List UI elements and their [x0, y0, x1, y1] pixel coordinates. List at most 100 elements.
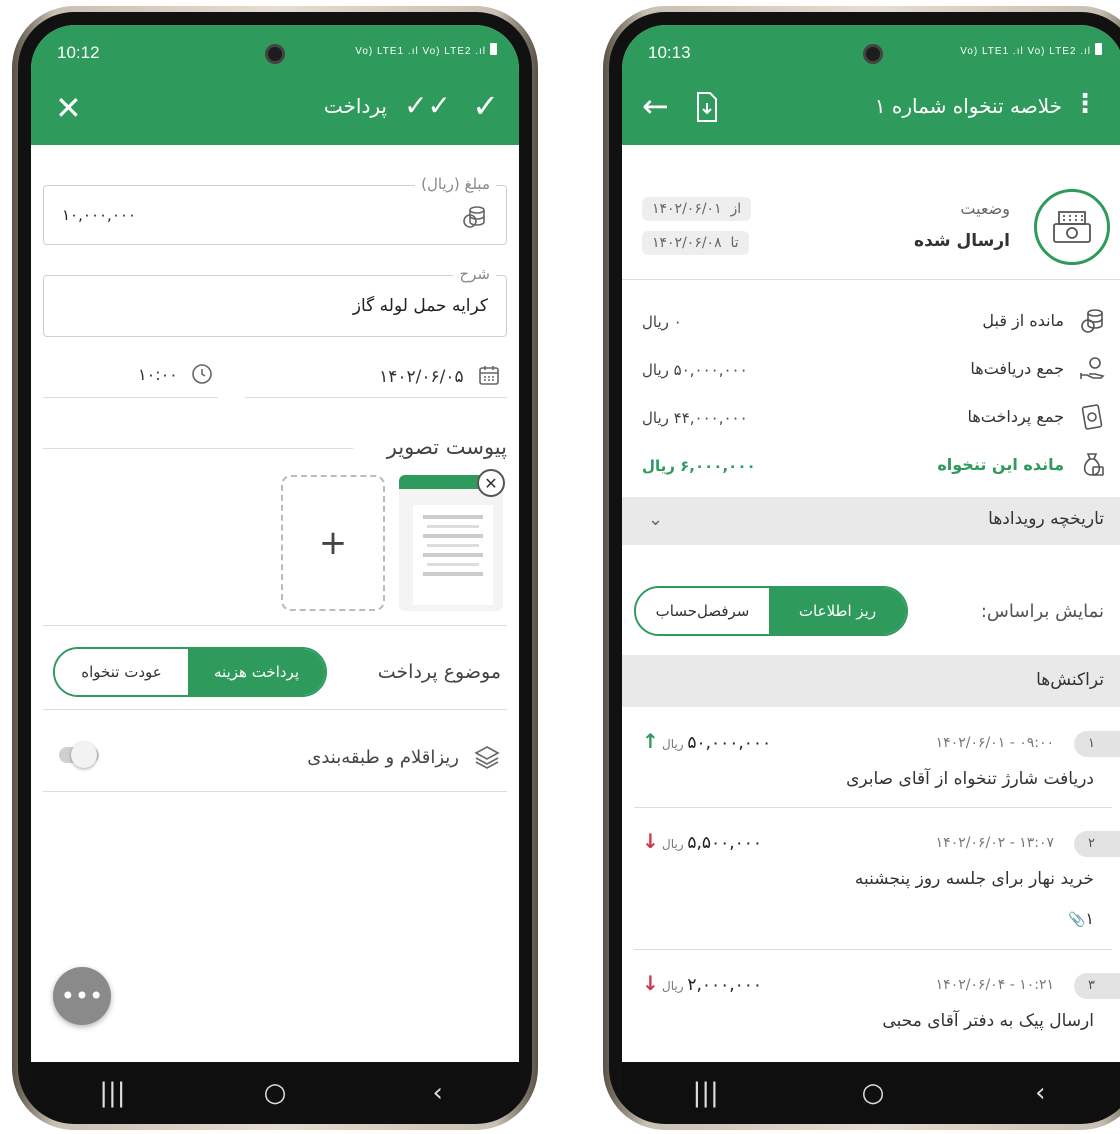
transaction-currency: ریال	[662, 737, 688, 751]
attach-bottom-divider	[43, 625, 507, 626]
summary-value: ۴۴,۰۰۰,۰۰۰ ریال	[642, 409, 748, 427]
transaction-row[interactable]: ۲ ۱۴۰۲/۰۶/۰۲ - ۱۳:۰۷ ۵,۵۰۰,۰۰۰ ریال ↓ خرید ن…	[622, 825, 1120, 950]
phone-frame-right: 10:13 Vo) LTE1 .ıl Vo) LTE2 .ıl ← خلاصه …	[603, 6, 1120, 1130]
itemize-label: ریزاقلام و طبقه‌بندی	[307, 747, 459, 768]
amount-legend: مبلغ (ریال)	[415, 175, 496, 193]
check-icon[interactable]: ✓	[472, 87, 499, 125]
close-icon[interactable]: ✕	[55, 89, 82, 127]
coins-icon	[1078, 307, 1106, 335]
transaction-amount: ۵۰,۰۰۰,۰۰۰	[687, 733, 772, 753]
summary-value: ۶,۰۰۰,۰۰۰ ریال	[642, 457, 756, 475]
status-label: وضعیت	[960, 199, 1010, 218]
attachment-count: ۱	[1085, 909, 1094, 928]
back-nav-icon[interactable]: ‹	[398, 1078, 478, 1108]
show-by-label: نمایش براساس:	[980, 601, 1104, 622]
transaction-datetime: ۱۴۰۲/۰۶/۰۲ - ۱۳:۰۷	[935, 835, 1054, 851]
more-vert-icon[interactable]: ⋮	[1072, 89, 1098, 119]
layers-icon	[473, 743, 501, 775]
transaction-attachments[interactable]: ۱📎	[1068, 909, 1094, 928]
clock-icon	[183, 364, 213, 384]
summary-row: مانده این تنخواه ۶,۰۰۰,۰۰۰ ریال	[622, 449, 1120, 489]
status-time: 10:13	[648, 43, 691, 62]
system-nav-bar: ||| ○ ‹	[622, 1062, 1120, 1124]
time-underline	[43, 397, 218, 398]
page-title: پرداخت	[323, 94, 387, 118]
summary-label: مانده از قبل	[982, 311, 1064, 330]
more-button[interactable]: •••	[53, 967, 111, 1025]
time-field[interactable]: ۱۰:۰۰	[138, 363, 213, 385]
recent-apps-icon[interactable]: |||	[72, 1078, 152, 1108]
date-value: ۱۴۰۲/۰۶/۰۵	[379, 367, 464, 387]
transaction-amount-group: ۵,۵۰۰,۰۰۰ ریال	[662, 833, 762, 853]
transaction-amount-group: ۲,۰۰۰,۰۰۰ ریال	[662, 975, 762, 995]
recent-apps-icon[interactable]: |||	[666, 1078, 746, 1108]
transaction-currency: ریال	[662, 979, 688, 993]
transaction-divider	[634, 807, 1112, 808]
plus-icon: +	[318, 523, 348, 563]
transaction-row[interactable]: ۳ ۱۴۰۲/۰۶/۰۴ - ۱۰:۲۱ ۲,۰۰۰,۰۰۰ ریال ↓ ارسال …	[622, 967, 1120, 1057]
transaction-amount: ۵,۵۰۰,۰۰۰	[687, 833, 763, 853]
subject-toggle[interactable]: عودت تنخواه پرداخت هزینه	[53, 647, 327, 697]
transaction-description: خرید نهار برای جلسه روز پنجشنبه	[854, 869, 1094, 889]
amount-field[interactable]: مبلغ (ریال) ۱۰,۰۰۰,۰۰۰	[43, 175, 507, 245]
description-value: کرایه حمل لوله گاز	[352, 296, 488, 316]
transaction-description: ارسال پیک به دفتر آقای محبی	[882, 1011, 1094, 1031]
arrow-up-icon: ↑	[642, 729, 659, 753]
close-icon: ✕	[484, 473, 498, 493]
status-bar: 10:12 Vo) LTE1 .ıl Vo) LTE2 .ıl	[31, 25, 519, 73]
system-nav-bar: ||| ○ ‹	[31, 1062, 519, 1124]
history-section[interactable]: تاریخچه رویدادها ⌄	[622, 497, 1120, 545]
from-date-chip: از ۱۴۰۲/۰۶/۰۱	[642, 197, 752, 221]
more-icon: •••	[60, 982, 104, 1010]
back-arrow-icon[interactable]: ←	[642, 87, 669, 125]
download-file-icon[interactable]	[694, 91, 720, 127]
transactions-header: تراکنش‌ها	[622, 655, 1120, 707]
thumbnail-receipt	[413, 505, 493, 605]
summary-label: جمع پرداخت‌ها	[967, 407, 1064, 426]
subject-divider	[43, 709, 507, 710]
status-value: ارسال شده	[914, 231, 1010, 251]
remove-image-button[interactable]: ✕	[477, 469, 505, 497]
date-field[interactable]: ۱۴۰۲/۰۶/۰۵	[379, 363, 501, 387]
home-icon[interactable]: ○	[235, 1078, 315, 1108]
page-title: خلاصه تنخواه شماره ۱	[874, 94, 1062, 118]
add-image-button[interactable]: +	[281, 475, 385, 611]
camera-icon	[863, 44, 883, 64]
itemize-switch[interactable]	[59, 742, 99, 768]
calendar-icon	[464, 366, 501, 387]
switch-knob	[71, 742, 97, 768]
transaction-datetime: ۱۴۰۲/۰۶/۰۴ - ۱۰:۲۱	[935, 977, 1054, 993]
paperclip-icon: 📎	[1067, 912, 1086, 928]
subject-option-expense[interactable]: پرداخت هزینه	[188, 649, 325, 695]
summary-row: جمع دریافت‌ها ۵۰,۰۰۰,۰۰۰ ریال	[622, 353, 1120, 393]
transactions-label: تراکنش‌ها	[1036, 670, 1104, 690]
description-field[interactable]: شرح کرایه حمل لوله گاز	[43, 265, 507, 337]
itemize-divider	[43, 791, 507, 792]
show-by-toggle[interactable]: سرفصل‌حساب ریز اطلاعات	[634, 586, 908, 636]
show-by-option-details[interactable]: ریز اطلاعات	[769, 588, 906, 634]
status-time: 10:12	[57, 43, 100, 62]
signal-icons: Vo) LTE1 .ıl Vo) LTE2 .ıl	[960, 43, 1102, 57]
signal-icons: Vo) LTE1 .ıl Vo) LTE2 .ıl	[355, 43, 497, 57]
battery-icon	[490, 43, 497, 55]
transaction-index-badge: ۱	[1074, 731, 1120, 757]
show-by-option-account[interactable]: سرفصل‌حساب	[636, 588, 770, 634]
arrow-down-icon: ↓	[642, 829, 659, 853]
double-check-icon[interactable]: ✓✓	[404, 89, 451, 122]
history-label: تاریخچه رویدادها	[988, 509, 1104, 529]
back-nav-icon[interactable]: ‹	[1000, 1078, 1080, 1108]
summary-row: مانده از قبل ۰ ریال	[622, 305, 1120, 345]
payment-screen: 10:12 Vo) LTE1 .ıl Vo) LTE2 .ıl ✕ پرداخت…	[31, 25, 519, 1124]
summary-label: جمع دریافت‌ها	[970, 359, 1064, 378]
battery-icon	[1095, 43, 1102, 55]
summary-screen: 10:13 Vo) LTE1 .ıl Vo) LTE2 .ıl ← خلاصه …	[622, 25, 1120, 1124]
receive-icon	[1078, 355, 1106, 383]
subject-label: موضوع پرداخت	[377, 661, 501, 683]
chevron-down-icon[interactable]: ⌄	[648, 509, 663, 530]
home-icon[interactable]: ○	[833, 1078, 913, 1108]
transaction-row[interactable]: ۱ ۱۴۰۲/۰۶/۰۱ - ۰۹:۰۰ ۵۰,۰۰۰,۰۰۰ ریال ↑ دریاف…	[622, 725, 1120, 815]
subject-option-refund[interactable]: عودت تنخواه	[55, 649, 189, 695]
transaction-index-badge: ۳	[1074, 973, 1120, 999]
description-legend: شرح	[453, 265, 496, 283]
transaction-divider	[634, 949, 1112, 950]
